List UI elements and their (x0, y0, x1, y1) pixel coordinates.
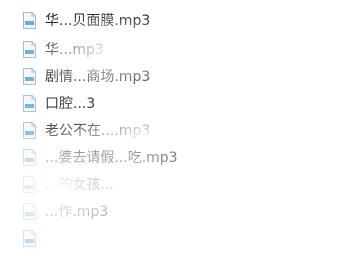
file-name: 华...mp3 (45, 42, 104, 58)
audio-file-icon (22, 41, 37, 58)
file-name: ...作.mp3 (45, 204, 109, 220)
file-item[interactable]: 华...贝面膜.mp3 (0, 8, 362, 34)
file-item[interactable]: ...的女孩... (0, 172, 362, 198)
file-item[interactable]: 华...mp3 (0, 37, 362, 63)
file-name: 华...贝面膜.mp3 (45, 13, 151, 29)
file-item[interactable] (0, 226, 362, 252)
audio-file-icon (22, 176, 37, 193)
file-item[interactable]: ...作.mp3 (0, 199, 362, 225)
audio-file-icon (22, 149, 37, 166)
audio-file-icon (22, 95, 37, 112)
file-name: 老公不在....mp3 (45, 123, 151, 139)
file-item[interactable]: 老公不在....mp3 (0, 118, 362, 144)
audio-file-icon (22, 68, 37, 85)
file-list: 华...贝面膜.mp3 华...mp3 剧情...商场.mp3 口腔...3 老… (0, 0, 362, 262)
file-name: ...婆去请假...吃.mp3 (45, 150, 178, 166)
file-item[interactable]: 剧情...商场.mp3 (0, 64, 362, 90)
file-item[interactable]: ...婆去请假...吃.mp3 (0, 145, 362, 171)
file-name: ...的女孩... (45, 177, 114, 193)
audio-file-icon (22, 12, 37, 29)
file-name: 剧情...商场.mp3 (45, 69, 151, 85)
file-item[interactable]: 口腔...3 (0, 91, 362, 117)
file-name: 口腔...3 (45, 96, 96, 112)
audio-file-icon (22, 122, 37, 139)
audio-file-icon (22, 203, 37, 220)
audio-file-icon (22, 230, 37, 247)
